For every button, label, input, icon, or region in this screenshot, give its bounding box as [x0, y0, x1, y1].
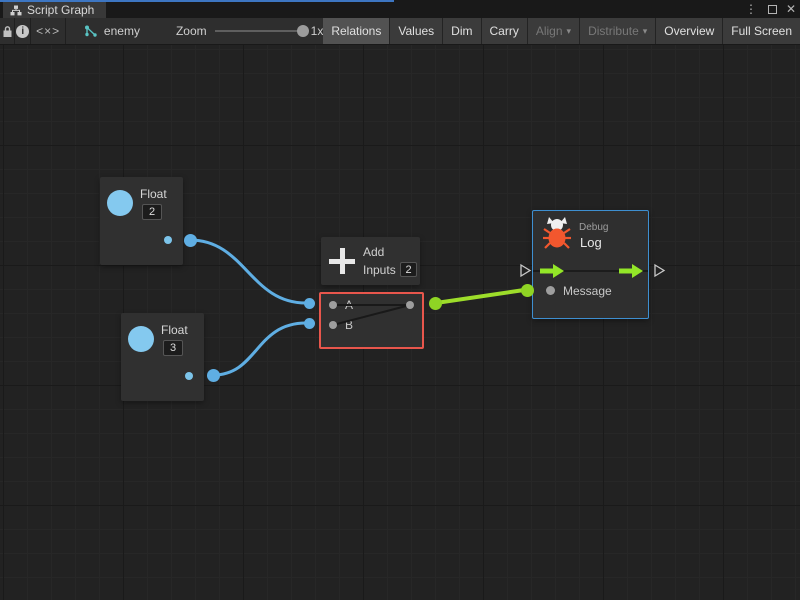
node-category: Debug: [579, 222, 608, 233]
node-title: Log: [580, 235, 602, 250]
relations-button[interactable]: Relations: [323, 18, 389, 44]
script-graph-icon: [10, 5, 22, 16]
wire-endpoint-dot[interactable]: [304, 298, 315, 309]
tab-title: Script Graph: [27, 3, 94, 17]
add-output-port[interactable]: [406, 301, 414, 309]
float-value-field[interactable]: 2: [142, 204, 162, 220]
wire-float2-to-add-a[interactable]: [190, 240, 306, 303]
add-icon: [329, 248, 355, 274]
flow-exit-triangle-icon[interactable]: [653, 263, 666, 278]
window-menu-icon[interactable]: ⋮: [743, 3, 759, 15]
wire-endpoint-dot[interactable]: [521, 284, 534, 297]
close-icon[interactable]: ✕: [786, 3, 796, 15]
graph-name: enemy: [104, 24, 140, 38]
wire-endpoint-dot[interactable]: [429, 297, 442, 310]
node-add-ports[interactable]: A B: [319, 292, 424, 349]
chevron-down-icon: ▾: [567, 26, 572, 37]
message-input-port[interactable]: [546, 286, 555, 295]
wire-add-to-log-message[interactable]: [436, 290, 524, 303]
float-output-port[interactable]: [164, 236, 172, 244]
lock-icon: [2, 25, 13, 38]
lock-button[interactable]: [0, 18, 15, 44]
zoom-slider[interactable]: [215, 30, 303, 32]
float-output-port[interactable]: [185, 372, 193, 380]
flow-entry-triangle-icon[interactable]: [519, 263, 532, 278]
overview-button[interactable]: Overview: [656, 18, 722, 44]
carry-button[interactable]: Carry: [482, 18, 527, 44]
node-float-2[interactable]: Float 2: [100, 177, 183, 265]
node-title: Float: [161, 323, 188, 337]
float-value-field[interactable]: 3: [163, 340, 183, 356]
graph-canvas[interactable]: Float 2 Float 3 Add Inputs 2 A B: [0, 45, 800, 600]
float-literal-icon: [128, 326, 154, 352]
zoom-slider-knob[interactable]: [297, 25, 309, 37]
dim-button[interactable]: Dim: [443, 18, 480, 44]
float-literal-icon: [107, 190, 133, 216]
node-debug-log[interactable]: Debug Log Message: [532, 210, 649, 319]
add-input-a-port[interactable]: [329, 301, 337, 309]
wire-endpoint-dot[interactable]: [184, 234, 197, 247]
zoom-value: 1x: [311, 24, 324, 38]
info-icon: i: [16, 25, 29, 38]
maximize-icon[interactable]: [768, 5, 777, 14]
info-button[interactable]: i: [15, 18, 31, 44]
flow-input-arrow-icon[interactable]: [540, 264, 564, 278]
bug-icon: [543, 217, 571, 249]
align-dropdown[interactable]: Align ▾: [528, 18, 579, 44]
zoom-label: Zoom: [176, 24, 207, 38]
fullscreen-button[interactable]: Full Screen: [723, 18, 800, 44]
node-add-header[interactable]: Add Inputs 2: [321, 237, 420, 285]
tab-script-graph[interactable]: Script Graph: [3, 2, 106, 18]
inputs-label: Inputs: [363, 263, 396, 277]
wire-endpoint-dot[interactable]: [207, 369, 220, 382]
flow-output-arrow-icon[interactable]: [619, 264, 643, 278]
code-icon: <×>: [36, 24, 60, 38]
add-input-b-port[interactable]: [329, 321, 337, 329]
connection-values-button[interactable]: <×>: [31, 18, 66, 44]
message-port-label: Message: [563, 284, 612, 298]
distribute-dropdown[interactable]: Distribute ▾: [580, 18, 655, 44]
tab-strip: Script Graph ⋮ ✕: [0, 0, 800, 18]
graph-toolbar: i <×> enemy Zoom 1x Relations Values Dim…: [0, 18, 800, 45]
node-title: Add: [363, 245, 384, 259]
values-button[interactable]: Values: [390, 18, 442, 44]
graph-breadcrumb[interactable]: enemy: [84, 18, 140, 44]
chevron-down-icon: ▾: [643, 26, 648, 37]
node-float-3[interactable]: Float 3: [121, 313, 204, 401]
wire-endpoint-dot[interactable]: [304, 318, 315, 329]
wire-float3-to-add-b[interactable]: [213, 323, 306, 375]
inputs-count-field[interactable]: 2: [400, 262, 417, 277]
graph-reference-icon: [84, 25, 98, 38]
node-title: Float: [140, 187, 167, 201]
